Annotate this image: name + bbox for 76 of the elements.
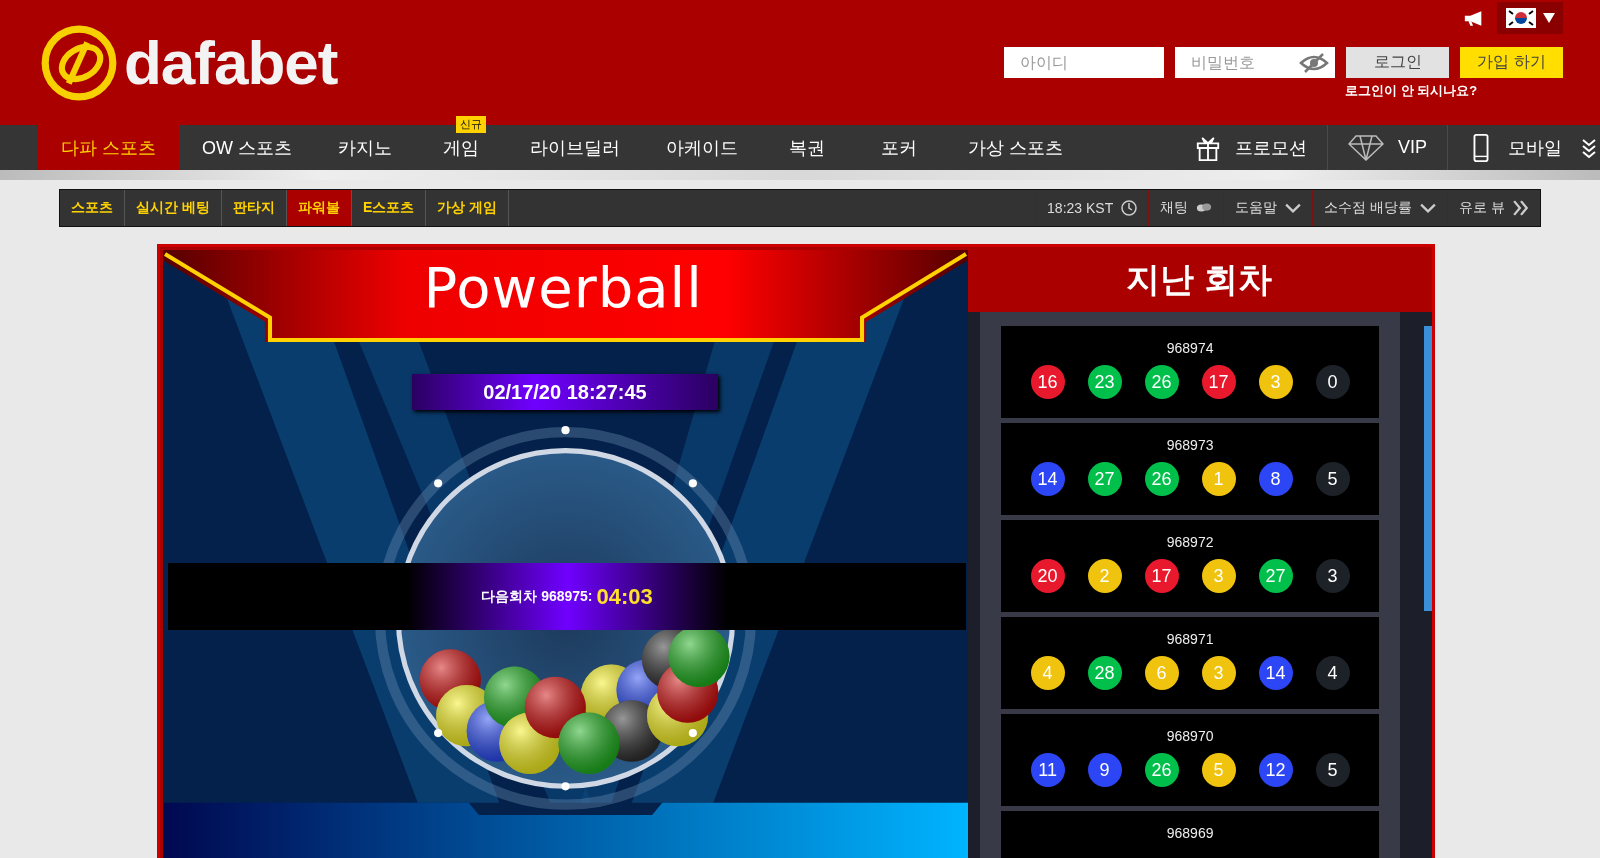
- login-button[interactable]: 로그인: [1346, 47, 1449, 78]
- diamond-icon: [1348, 134, 1384, 161]
- next-round-label: 다음회차 968975:: [481, 587, 593, 606]
- username-field[interactable]: 아이디: [1004, 47, 1164, 78]
- round-number: 968972: [1166, 534, 1214, 550]
- result-ball: 17: [1201, 365, 1236, 399]
- result-ball: 16: [1030, 365, 1065, 399]
- round-number: 968970: [1166, 728, 1214, 744]
- sub-nav-tab[interactable]: 파워볼: [286, 190, 352, 226]
- flag-icon: [1505, 8, 1537, 28]
- round-number: 968973: [1166, 437, 1214, 453]
- password-field[interactable]: 비밀번호: [1175, 47, 1335, 78]
- game-title: Powerball: [422, 255, 704, 320]
- sub-nav-tab[interactable]: 판타지: [221, 190, 287, 226]
- sub-nav-tab[interactable]: 가상 게임: [426, 190, 510, 226]
- result-ball: 5: [1201, 753, 1236, 787]
- double-chevron-right-icon: [1513, 200, 1529, 216]
- result-ball: 23: [1087, 365, 1122, 399]
- nav-link[interactable]: 프로모션: [1175, 125, 1327, 170]
- result-ball: 27: [1087, 462, 1122, 496]
- result-ball: 28: [1087, 656, 1122, 690]
- result-ball: 12: [1258, 753, 1293, 787]
- result-ball: 2: [1087, 559, 1122, 593]
- result-ball: 17: [1144, 559, 1179, 593]
- sub-nav-tab[interactable]: E스포츠: [351, 190, 427, 226]
- sub-nav-link[interactable]: 소수점 배당률: [1312, 190, 1448, 226]
- sub-nav-link[interactable]: 도움말: [1223, 190, 1313, 226]
- draw-datetime: 02/17/20 18:27:45: [412, 374, 718, 410]
- result-ball: 3: [1315, 559, 1350, 593]
- sub-nav-tab[interactable]: 스포츠: [60, 190, 125, 226]
- countdown-timer: 04:03: [596, 583, 653, 610]
- clock-icon: [1121, 200, 1138, 216]
- nav-tab[interactable]: 다파 스포츠: [38, 125, 179, 170]
- result-ball: 0: [1315, 365, 1350, 399]
- sub-nav-link[interactable]: 채팅: [1148, 190, 1224, 226]
- round-number: 968971: [1166, 631, 1214, 647]
- result-ball: 4: [1315, 656, 1350, 690]
- result-ball: 11: [1030, 753, 1065, 787]
- language-selector[interactable]: [1497, 2, 1563, 34]
- nav-tab[interactable]: 아케이드: [643, 125, 761, 170]
- result-ball: 8: [1258, 462, 1293, 496]
- logo-text[interactable]: dafabet: [124, 27, 338, 98]
- clock-time: 18:23 KST: [1047, 200, 1114, 216]
- result-ball: 27: [1258, 559, 1293, 593]
- nav-tab[interactable]: 복권: [761, 125, 853, 170]
- result-ball: 1: [1201, 462, 1236, 496]
- result-ball: 3: [1201, 559, 1236, 593]
- result-ball: 26: [1144, 462, 1179, 496]
- nav-tab[interactable]: 라이브딜러: [507, 125, 643, 170]
- result-ball: 6: [1144, 656, 1179, 690]
- result-ball: 14: [1030, 462, 1065, 496]
- round-number: 968969: [1166, 825, 1214, 841]
- result-ball: 14: [1258, 656, 1293, 690]
- result-ball: 5: [1315, 753, 1350, 787]
- result-ball: 9: [1087, 753, 1122, 787]
- result-ball: 4: [1030, 656, 1065, 690]
- sub-nav-tab[interactable]: 실시간 베팅: [125, 190, 222, 226]
- new-badge: 신규: [456, 116, 486, 133]
- result-ball: 3: [1201, 656, 1236, 690]
- nav-tab[interactable]: 가상 스포츠: [945, 125, 1087, 170]
- result-ball: 26: [1144, 753, 1179, 787]
- result-ball: 5: [1315, 462, 1350, 496]
- round-number: 968974: [1166, 340, 1214, 356]
- result-ball: 26: [1144, 365, 1179, 399]
- nav-tab[interactable]: 포커: [853, 125, 945, 170]
- caret-icon: [1543, 13, 1555, 23]
- past-rounds-title: 지난 회차: [1125, 259, 1273, 300]
- sub-nav-link[interactable]: 유로 뷰: [1447, 190, 1540, 226]
- hidden-eye-icon[interactable]: [1299, 53, 1329, 73]
- nav-tab[interactable]: OW 스포츠: [179, 125, 315, 170]
- result-ball: 20: [1030, 559, 1065, 593]
- nav-tab[interactable]: 카지노: [315, 125, 415, 170]
- login-help-link[interactable]: 로그인이 안 되시나요?: [1345, 82, 1478, 100]
- scrollbar-thumb[interactable]: [1424, 326, 1432, 611]
- signup-button[interactable]: 가입 하기: [1460, 47, 1563, 78]
- result-ball: 3: [1258, 365, 1293, 399]
